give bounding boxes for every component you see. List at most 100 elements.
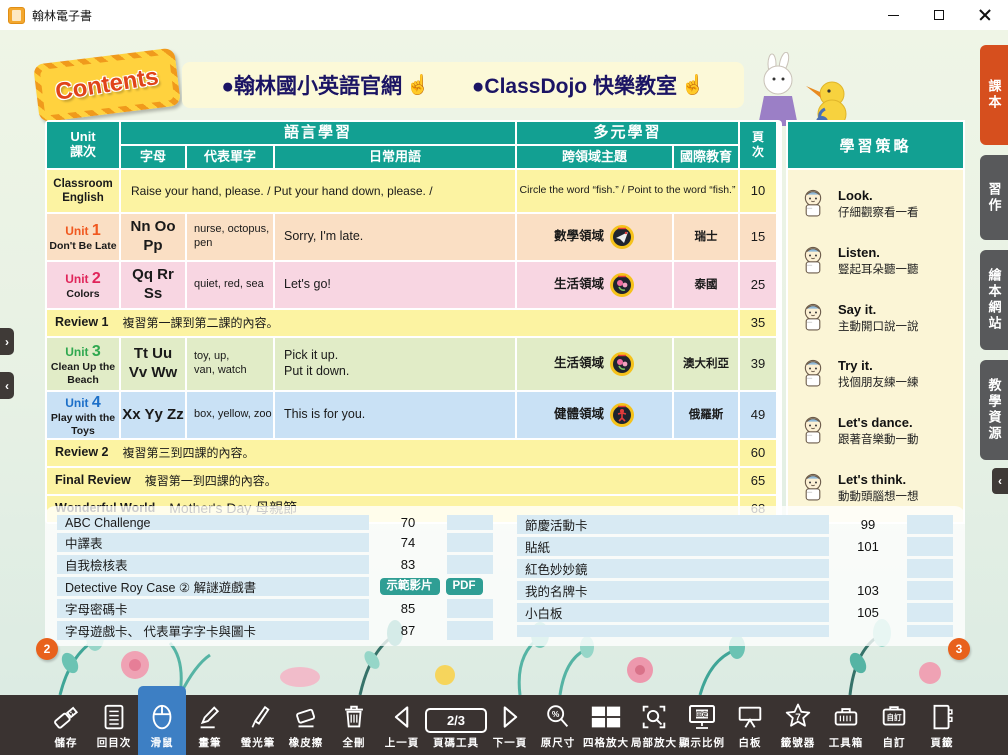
- toc-row-classroom-english[interactable]: Classroom English Raise your hand, pleas…: [47, 170, 780, 212]
- appendix-item[interactable]: 紅色妙妙鏡: [517, 559, 953, 578]
- appendix-label: 字母遊戲卡、 代表單字字卡與圖卡: [57, 621, 369, 640]
- appendix-label: 節慶活動卡: [517, 515, 829, 534]
- save-button[interactable]: 儲存: [42, 695, 90, 755]
- mouse-tool-button[interactable]: 滑鼠: [138, 695, 186, 755]
- page-number: 39: [740, 338, 776, 390]
- pdf-button[interactable]: PDF: [446, 578, 483, 596]
- appendix-item[interactable]: 中譯表 74: [57, 533, 493, 552]
- review-desc: 複習第三到四課的內容。: [123, 446, 255, 461]
- svg-text:7: 7: [795, 713, 801, 724]
- appendix-bar-stub: [447, 555, 493, 574]
- maximize-button[interactable]: [916, 0, 962, 30]
- page-indicator[interactable]: 2/3: [425, 708, 487, 733]
- cross-domain-cell: 健體領域: [517, 392, 672, 438]
- eraser-tool-button[interactable]: 橡皮擦: [282, 695, 330, 755]
- letters-cell: Tt Uu Vv Ww: [121, 338, 185, 390]
- tab-workbook[interactable]: 習作: [980, 155, 1008, 240]
- review-desc: 複習第一課到第二課的內容。: [123, 316, 279, 331]
- display-ratio-button[interactable]: 固定 顯示比例: [678, 695, 726, 755]
- number-picker-button[interactable]: 7 籤號器: [774, 695, 822, 755]
- tab-textbook[interactable]: 課本: [980, 45, 1008, 145]
- appendix-item[interactable]: 節慶活動卡 99: [517, 515, 953, 534]
- letters-cell: Nn Oo Pp: [121, 214, 185, 260]
- appendix-item[interactable]: 小白板 105: [517, 603, 953, 622]
- toc-row-unit4[interactable]: Unit 4 Play with the Toys Xx Yy Zz box, …: [47, 392, 780, 438]
- whiteboard-button[interactable]: 白板: [726, 695, 774, 755]
- pencil-icon: [195, 701, 225, 733]
- appendix-page: 74: [369, 535, 447, 550]
- highlighter-tool-button[interactable]: 螢光筆: [234, 695, 282, 755]
- appendix-item[interactable]: 字母密碼卡 85: [57, 599, 493, 618]
- appendix-list-panel: ABC Challenge 70 中譯表 74 自我檢核表 83 Detecti…: [45, 506, 965, 646]
- appendix-item[interactable]: 我的名牌卡 103: [517, 581, 953, 600]
- back-to-contents-button[interactable]: 回目次: [90, 695, 138, 755]
- appendix-bar-stub: [907, 537, 953, 556]
- classdojo-link-label: ●ClassDojo 快樂教室: [472, 70, 677, 100]
- close-button[interactable]: [962, 0, 1008, 30]
- mouse-icon: [147, 701, 177, 733]
- page-number: 25: [740, 262, 776, 308]
- customize-button[interactable]: 自訂 自訂: [870, 695, 918, 755]
- daily-expression-cell: Let's go!: [275, 262, 515, 308]
- strategy-mascot-icon: [796, 301, 830, 335]
- sidebar-collapse-arrow[interactable]: ‹: [992, 468, 1008, 494]
- toc-row-review2[interactable]: Review 2 複習第三到四課的內容。 60: [47, 440, 780, 466]
- appendix-page: 87: [369, 623, 447, 638]
- previous-page-button[interactable]: 上一頁: [378, 695, 426, 755]
- appendix-item-detective-roy[interactable]: Detective Roy Case ② 解謎遊戲書 示範影片 PDF: [57, 577, 493, 596]
- appendix-item[interactable]: 自我檢核表 83: [57, 555, 493, 574]
- whiteboard-icon: [735, 701, 765, 733]
- cross-domain-cell: 生活領域: [517, 262, 672, 308]
- tab-picturebook-site[interactable]: 繪本網站: [980, 250, 1008, 350]
- classroom-language-text: Raise your hand, please. / Put your hand…: [121, 170, 515, 212]
- window-titlebar: 翰林電子書: [0, 0, 1008, 30]
- toc-row-unit2[interactable]: Unit 2 Colors Qq Rr Ss quiet, red, sea L…: [47, 262, 780, 308]
- appendix-bar-stub: [447, 515, 493, 530]
- page-number-tool[interactable]: 2/3 頁碼工具: [426, 695, 486, 755]
- classroom-multi-text: Circle the word “fish.” / Point to the w…: [517, 170, 738, 212]
- strategy-item-try-it: Try it.找個朋友練一練: [796, 357, 955, 391]
- demo-video-button[interactable]: 示範影片: [380, 578, 440, 596]
- appendix-page: 83: [369, 557, 447, 572]
- toc-row-review1[interactable]: Review 1 複習第一課到第二課的內容。 35: [47, 310, 780, 336]
- left-panel-expand-arrow[interactable]: ›: [0, 328, 14, 355]
- left-panel-collapse-arrow[interactable]: ‹: [0, 372, 14, 399]
- next-page-button[interactable]: 下一頁: [486, 695, 534, 755]
- four-pane-zoom-button[interactable]: 四格放大: [582, 695, 630, 755]
- previous-arrow-icon: [388, 701, 416, 733]
- toc-row-final-review[interactable]: Final Review 複習第一到四課的內容。 65: [47, 468, 780, 494]
- four-pane-icon: [589, 701, 623, 733]
- minimize-button[interactable]: [870, 0, 916, 30]
- ratio-monitor-icon: 固定: [686, 701, 718, 733]
- appendix-item[interactable]: 貼紙 101: [517, 537, 953, 556]
- table-of-contents: Unit課次 語言學習 多元學習 頁 次 字母 代表單字 日常用語 跨領域主題 …: [45, 120, 782, 524]
- appendix-label: 自我檢核表: [57, 555, 369, 574]
- unit-cell: Unit 2 Colors: [47, 262, 119, 308]
- unit-cell: Unit 3 Clean Up the Beach: [47, 338, 119, 390]
- contents-badge: Contents: [33, 48, 181, 123]
- original-size-button[interactable]: % 原尺寸: [534, 695, 582, 755]
- tab-teaching-resources[interactable]: 教學資源: [980, 360, 1008, 460]
- appendix-bar-stub: [447, 621, 493, 640]
- page-tabs-button[interactable]: 頁籤: [918, 695, 966, 755]
- toolbox-button[interactable]: 工具箱: [822, 695, 870, 755]
- classdojo-link[interactable]: ●ClassDojo 快樂教室 ☝: [472, 70, 705, 100]
- partial-zoom-button[interactable]: 局部放大: [630, 695, 678, 755]
- strategy-item-lets-dance: Let's dance.跟著音樂動一動: [796, 414, 955, 448]
- page-corner-badge-left: 2: [36, 638, 58, 660]
- appendix-bar-stub: [907, 581, 953, 600]
- pen-tool-button[interactable]: 畫筆: [186, 695, 234, 755]
- pointer-hand-icon: ☝: [681, 73, 705, 97]
- hanlin-english-website-link[interactable]: ●翰林國小英語官網 ☝: [221, 70, 429, 100]
- key-words-cell: quiet, red, sea: [187, 262, 273, 308]
- strategy-mascot-icon: [796, 471, 830, 505]
- toc-row-unit3[interactable]: Unit 3 Clean Up the Beach Tt Uu Vv Ww to…: [47, 338, 780, 390]
- toc-row-unit1[interactable]: Unit 1 Don't Be Late Nn Oo Pp nurse, oct…: [47, 214, 780, 260]
- appendix-item[interactable]: 字母遊戲卡、 代表單字字卡與圖卡 87: [57, 621, 493, 640]
- page-number: 15: [740, 214, 776, 260]
- cross-domain-cell: 數學領域: [517, 214, 672, 260]
- appendix-bar-stub: [447, 533, 493, 552]
- delete-all-button[interactable]: 全刪: [330, 695, 378, 755]
- svg-text:固定: 固定: [696, 711, 708, 719]
- appendix-item[interactable]: ABC Challenge 70: [57, 515, 493, 530]
